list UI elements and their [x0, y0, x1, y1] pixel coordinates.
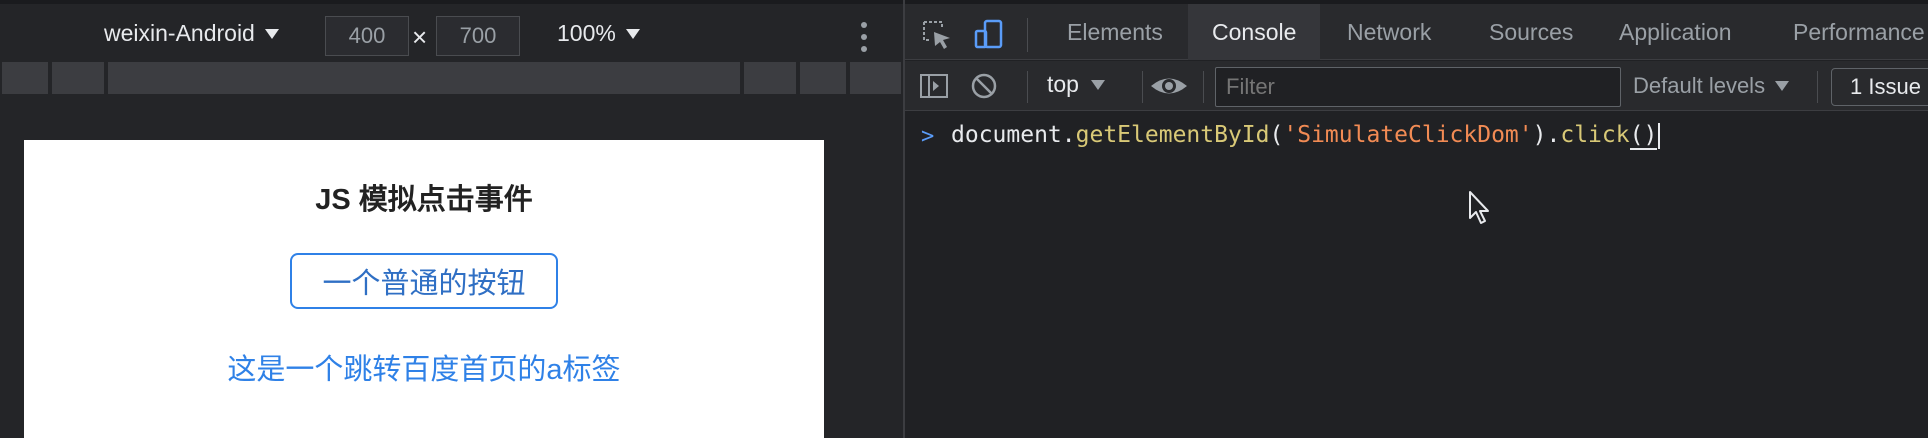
- code-token: (): [1629, 122, 1658, 150]
- device-emulation-pane: weixin-Android 400 × 700 100% JS 模拟点击事件 …: [0, 0, 903, 438]
- baidu-link[interactable]: 这是一个跳转百度首页的a标签: [24, 346, 824, 388]
- device-toggle-icon[interactable]: [973, 18, 1007, 52]
- tab-elements[interactable]: Elements: [1043, 4, 1187, 60]
- media-query-segment[interactable]: [800, 62, 846, 94]
- code-token: document: [951, 122, 1062, 148]
- width-input[interactable]: 400: [325, 16, 409, 56]
- dropdown-arrow-icon: [1775, 81, 1790, 91]
- toolbar-separator: [1203, 71, 1204, 103]
- context-select[interactable]: top: [1047, 71, 1105, 98]
- dimension-separator: ×: [412, 22, 428, 52]
- page-title: JS 模拟点击事件: [315, 184, 533, 216]
- simulate-click-button[interactable]: 一个普通的按钮: [290, 253, 558, 309]
- zoom-value: 100%: [557, 20, 616, 46]
- console-output[interactable]: > document.getElementById('SimulateClick…: [905, 112, 1928, 438]
- filter-input[interactable]: [1215, 67, 1621, 107]
- prompt-chevron-icon: >: [921, 124, 935, 149]
- emulated-viewport: JS 模拟点击事件 一个普通的按钮 这是一个跳转百度首页的a标签: [24, 140, 824, 438]
- sidebar-toggle-icon[interactable]: [917, 69, 951, 103]
- mouse-cursor-icon: [1469, 191, 1489, 224]
- tab-separator: [1027, 18, 1028, 52]
- log-levels-label: Default levels: [1633, 73, 1766, 98]
- media-query-segment[interactable]: [744, 62, 796, 94]
- dropdown-arrow-icon: [264, 28, 279, 39]
- code-token: ): [1532, 122, 1547, 148]
- context-value: top: [1047, 71, 1079, 97]
- code-token: 'SimulateClickDom': [1283, 122, 1533, 148]
- device-toolbar: weixin-Android 400 × 700 100%: [0, 0, 903, 60]
- dropdown-arrow-icon: [1090, 79, 1105, 90]
- toolbar-separator: [1027, 71, 1028, 103]
- height-input[interactable]: 700: [436, 16, 520, 56]
- zoom-select[interactable]: 100%: [557, 20, 640, 47]
- code-token: getElementById: [1075, 122, 1270, 148]
- console-toolbar: top Default levels 1 Issue: [905, 61, 1928, 111]
- tab-application[interactable]: Application: [1595, 4, 1756, 60]
- clear-console-icon[interactable]: [967, 69, 1001, 103]
- media-query-segment[interactable]: [52, 62, 104, 94]
- toolbar-separator: [1142, 71, 1143, 103]
- tab-performance[interactable]: Performance: [1769, 4, 1928, 60]
- code-token: click: [1560, 122, 1630, 148]
- code-token: .: [1546, 122, 1561, 148]
- media-query-segment[interactable]: [108, 62, 740, 94]
- tab-console[interactable]: Console: [1188, 4, 1321, 60]
- media-query-segment[interactable]: [850, 62, 901, 94]
- more-options-icon[interactable]: [861, 22, 867, 52]
- dropdown-arrow-icon: [625, 28, 640, 39]
- code-token: .: [1061, 122, 1076, 148]
- code-token: (: [1269, 122, 1284, 148]
- console-input-line[interactable]: document.getElementById('SimulateClickDo…: [951, 122, 1661, 150]
- tab-network[interactable]: Network: [1323, 4, 1455, 60]
- devtools-panel: Elements Console Network Sources Applica…: [905, 0, 1928, 438]
- tab-sources[interactable]: Sources: [1465, 4, 1597, 60]
- issues-button[interactable]: 1 Issue: [1831, 68, 1928, 106]
- text-caret: [1658, 122, 1661, 149]
- live-expression-eye-icon[interactable]: [1147, 69, 1191, 103]
- inspect-element-icon[interactable]: [920, 18, 954, 52]
- devtools-tabbar: Elements Console Network Sources Applica…: [905, 0, 1928, 60]
- media-query-bar: [0, 62, 903, 96]
- toolbar-separator: [1817, 71, 1818, 103]
- media-query-segment[interactable]: [2, 62, 48, 94]
- device-name: weixin-Android: [104, 20, 255, 46]
- device-select[interactable]: weixin-Android: [104, 20, 279, 47]
- log-levels-select[interactable]: Default levels: [1633, 73, 1790, 99]
